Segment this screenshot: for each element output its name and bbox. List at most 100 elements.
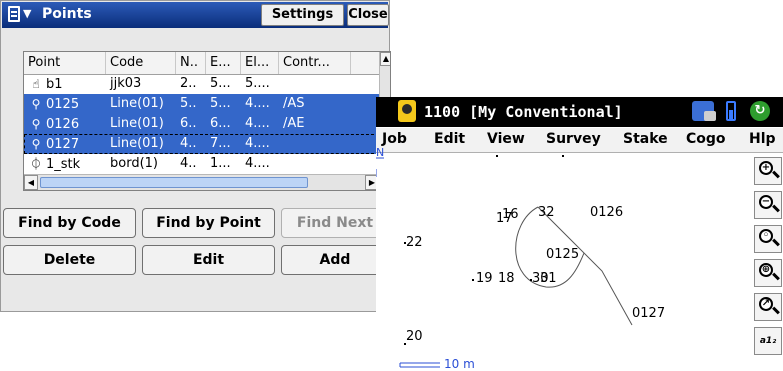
add-button[interactable]: Add bbox=[281, 245, 389, 275]
menu-survey[interactable]: Survey bbox=[546, 131, 601, 147]
column-header-elevation[interactable]: El... bbox=[241, 52, 279, 74]
dropdown-arrow-icon: ▼ bbox=[23, 7, 32, 20]
map-point bbox=[562, 155, 564, 157]
delete-button[interactable]: Delete bbox=[3, 245, 136, 275]
cell-code: Line(01) bbox=[110, 136, 164, 151]
cell-elevation: 4.... bbox=[245, 156, 270, 171]
cell-east: 5... bbox=[210, 96, 231, 111]
hand-point-icon: ☝ bbox=[32, 77, 40, 91]
table-row[interactable]: ☝ b1 jjk03 2.. 5... 5.... bbox=[24, 74, 379, 94]
table-row[interactable]: ⚲ 0125 Line(01) 5.. 5... 4.... /AS bbox=[24, 94, 379, 114]
cell-point: b1 bbox=[46, 77, 63, 92]
scroll-thumb[interactable] bbox=[40, 177, 308, 188]
table-row[interactable]: ⚲ 0126 Line(01) 6.. 6... 4.... /AE bbox=[24, 114, 379, 134]
map-point bbox=[404, 343, 406, 345]
points-title: Points bbox=[42, 6, 92, 22]
map-point-label: 31 bbox=[540, 271, 557, 286]
map-title-bar: 1100 [My Conventional] ↻ bbox=[376, 97, 783, 127]
cell-elevation: 4.... bbox=[245, 116, 270, 131]
cell-north: 4.. bbox=[180, 156, 197, 171]
stake-point-icon: ⚲ bbox=[31, 137, 41, 151]
cell-north: 2.. bbox=[180, 76, 197, 91]
find-next-button[interactable]: Find Next bbox=[281, 208, 389, 238]
settings-button[interactable]: Settings bbox=[261, 4, 344, 26]
column-header-control[interactable]: Contr... bbox=[279, 52, 351, 74]
scroll-left-icon[interactable]: ◀ bbox=[24, 175, 38, 190]
cell-control bbox=[279, 74, 351, 94]
menu-view[interactable]: View bbox=[487, 131, 525, 147]
document-icon bbox=[8, 6, 20, 22]
cell-north: 5.. bbox=[180, 96, 197, 111]
table-header: Point Code N.. E... El... Contr... bbox=[24, 52, 379, 75]
menu-edit[interactable]: Edit bbox=[434, 131, 465, 147]
map-point bbox=[530, 279, 532, 281]
zoom-in-icon[interactable]: + bbox=[754, 157, 782, 185]
map-point-label: 0127 bbox=[632, 306, 666, 321]
zoom-all-icon[interactable]: ⊕ bbox=[754, 259, 782, 287]
cell-control: /AE bbox=[283, 116, 305, 131]
map-point-label: 0126 bbox=[590, 205, 624, 220]
map-point-label: 17 bbox=[496, 211, 513, 226]
cell-elevation: 4.... bbox=[245, 136, 270, 151]
stake-circle-icon: ⏀ bbox=[29, 157, 42, 171]
cell-point: 0126 bbox=[46, 117, 80, 132]
horizontal-scrollbar[interactable]: ◀ ▶ bbox=[24, 174, 379, 190]
column-header-north[interactable]: N.. bbox=[176, 52, 206, 74]
map-point-label: 18 bbox=[498, 271, 515, 286]
table-row[interactable]: ⚲ 0127 Line(01) 4.. 7... 4.... bbox=[24, 134, 379, 154]
zoom-toolbar: + − ◦ ⊕ ↗ a1₂ bbox=[752, 153, 783, 370]
map-point-label: 20 bbox=[406, 329, 423, 344]
refresh-icon[interactable]: ↻ bbox=[750, 101, 770, 121]
zoom-window-icon[interactable]: ◦ bbox=[754, 225, 782, 253]
find-by-point-button[interactable]: Find by Point bbox=[142, 208, 275, 238]
stake-point-icon: ⚲ bbox=[31, 117, 41, 131]
map-point-label: 19 bbox=[476, 271, 493, 286]
cell-code: bord(1) bbox=[110, 156, 158, 171]
cell-east: 6... bbox=[210, 116, 231, 131]
bluetooth-icon[interactable] bbox=[692, 101, 716, 121]
cell-east: 1... bbox=[210, 156, 231, 171]
points-title-bar: ▼ Points Settings Close bbox=[2, 2, 389, 28]
map-point-label: 22 bbox=[406, 235, 423, 250]
menu-help[interactable]: Hlp bbox=[749, 131, 776, 147]
cell-north: 4.. bbox=[180, 136, 197, 151]
edit-button[interactable]: Edit bbox=[142, 245, 275, 275]
battery-icon[interactable] bbox=[726, 101, 736, 121]
map-point-label: 0125 bbox=[546, 247, 580, 262]
close-button[interactable]: Close bbox=[347, 4, 389, 26]
cell-control bbox=[279, 154, 351, 174]
menu-job[interactable]: Job bbox=[382, 131, 407, 147]
zoom-pan-icon[interactable]: ↗ bbox=[754, 293, 782, 321]
scroll-up-icon[interactable]: ▲ bbox=[380, 52, 390, 66]
cell-point: 0127 bbox=[46, 137, 80, 152]
instrument-icon[interactable] bbox=[398, 100, 416, 122]
cell-east: 5... bbox=[210, 76, 231, 91]
cell-elevation: 5.... bbox=[245, 76, 270, 91]
cell-control bbox=[279, 134, 351, 154]
cell-east: 7... bbox=[210, 136, 231, 151]
map-title: 1100 [My Conventional] bbox=[424, 103, 623, 121]
column-header-code[interactable]: Code bbox=[106, 52, 176, 74]
cell-north: 6.. bbox=[180, 116, 197, 131]
map-point bbox=[472, 279, 474, 281]
cell-point: 1_stk bbox=[46, 157, 81, 172]
map-canvas[interactable]: 16 17 32 0126 22 0125 19 18 30 31 0127 2… bbox=[376, 146, 748, 371]
north-arrow-label: N bbox=[376, 146, 385, 159]
column-header-east[interactable]: E... bbox=[206, 52, 241, 74]
stake-point-icon: ⚲ bbox=[31, 97, 41, 111]
points-table[interactable]: Point Code N.. E... El... Contr... ☝ b1 j… bbox=[23, 51, 391, 191]
cell-code: Line(01) bbox=[110, 116, 164, 131]
map-point bbox=[496, 155, 498, 157]
menu-cogo[interactable]: Cogo bbox=[686, 131, 726, 147]
zoom-out-icon[interactable]: − bbox=[754, 191, 782, 219]
menu-bar: Job Edit View Survey Stake Cogo Hlp bbox=[376, 128, 783, 153]
cell-control: /AS bbox=[283, 96, 305, 111]
table-row[interactable]: ⏀ 1_stk bord(1) 4.. 1... 4.... bbox=[24, 154, 379, 174]
map-point-label: 32 bbox=[538, 205, 555, 220]
cell-code: Line(01) bbox=[110, 96, 164, 111]
find-by-code-button[interactable]: Find by Code bbox=[3, 208, 136, 238]
column-header-point[interactable]: Point bbox=[24, 52, 106, 74]
menu-stake[interactable]: Stake bbox=[623, 131, 668, 147]
cell-code: jjk03 bbox=[110, 76, 142, 91]
label-toggle-icon[interactable]: a1₂ bbox=[754, 327, 782, 355]
